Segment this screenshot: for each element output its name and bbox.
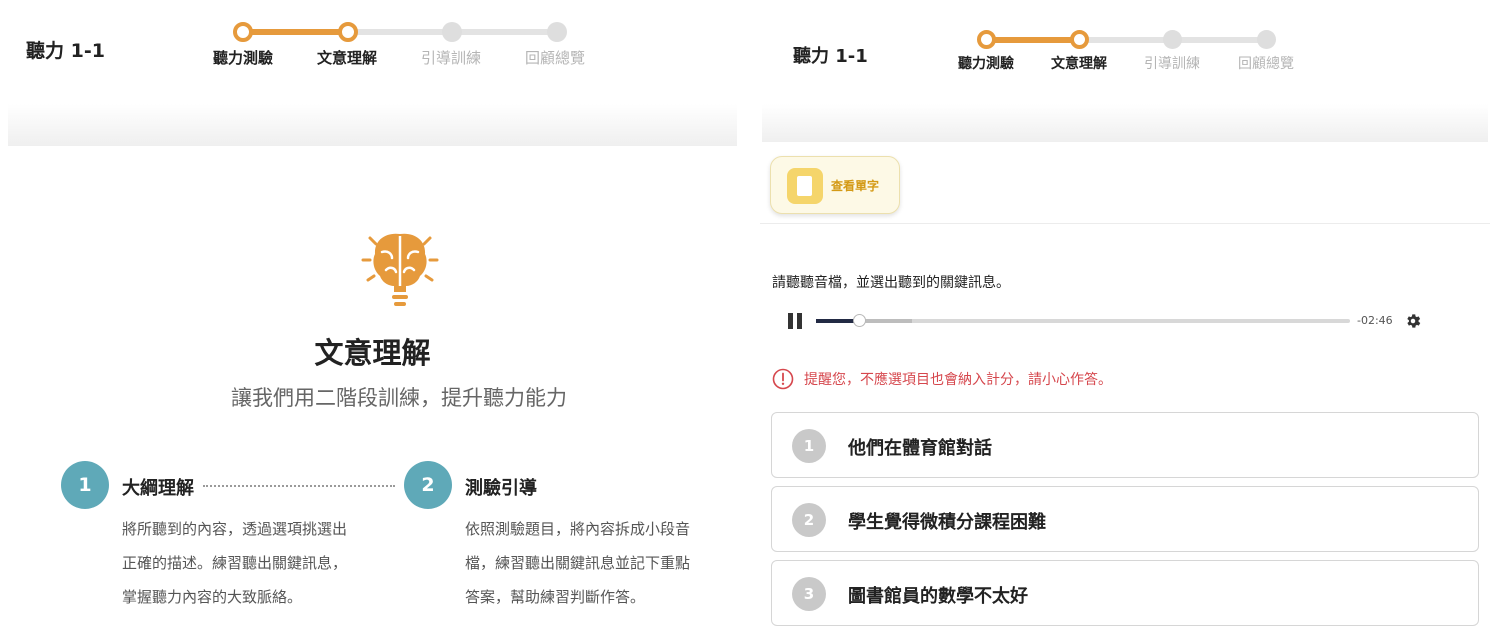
- brain-lightbulb-icon: [361, 233, 439, 306]
- notebook-icon: [787, 168, 823, 204]
- stage-number-badge: 1: [61, 461, 109, 509]
- stepper-track-done: [243, 29, 348, 35]
- intro-subtitle: 讓我們用二階段訓練，提升聽力能力: [231, 386, 567, 410]
- option-text: 圖書館員的數學不太好: [848, 586, 1028, 607]
- gear-icon[interactable]: [1404, 312, 1422, 330]
- step-dot-1: [233, 22, 253, 42]
- step-dot-1: [977, 30, 996, 49]
- option-number: 2: [792, 503, 826, 537]
- intro-panel: 聽力 1-1 聽力測驗 文意理解 引導訓練 回顧總覽 文意理解 讓我們用二階段訓…: [0, 0, 745, 636]
- question-instruction: 請聽聽音檔，並選出聽到的關鍵訊息。: [772, 275, 1010, 291]
- stage-description-line: 正確的描述。練習聽出關鍵訊息，: [122, 554, 348, 572]
- audio-seek-thumb[interactable]: [853, 314, 866, 327]
- step-dot-2: [1070, 30, 1089, 49]
- stepper-track-done: [987, 37, 1080, 43]
- answer-option[interactable]: 3 圖書館員的數學不太好: [771, 560, 1479, 626]
- stage-description-line: 將所聽到的內容，透過選項挑選出: [122, 520, 348, 538]
- step-dot-3: [442, 22, 462, 42]
- step-label-comprehension[interactable]: 文意理解: [1034, 53, 1124, 73]
- option-number: 1: [792, 429, 826, 463]
- step-dot-4: [1257, 30, 1276, 49]
- page-title: 聽力 1-1: [793, 46, 868, 67]
- step-label-listening-test[interactable]: 聽力測驗: [941, 53, 1031, 73]
- alert-circle-icon: [772, 368, 794, 390]
- step-label-listening-test[interactable]: 聽力測驗: [198, 47, 288, 68]
- answer-option[interactable]: 2 學生覺得微積分課程困難: [771, 486, 1479, 552]
- step-dot-2: [338, 22, 358, 42]
- stage-title: 測驗引導: [465, 478, 537, 499]
- view-vocabulary-label: 查看單字: [831, 179, 880, 193]
- header-band: [8, 104, 737, 146]
- page-title: 聽力 1-1: [26, 40, 105, 62]
- audio-time-remaining: -02:46: [1357, 314, 1393, 327]
- stage-number-badge: 2: [404, 461, 452, 509]
- option-text: 他們在體育館對話: [848, 438, 992, 459]
- intro-title: 文意理解: [314, 336, 431, 370]
- step-label-guided-training: 引導訓練: [1144, 56, 1200, 72]
- stage-title: 大綱理解: [122, 478, 194, 499]
- option-number: 3: [792, 577, 826, 611]
- step-label-review: 回顧總覽: [1238, 56, 1294, 72]
- step-label-guided-training: 引導訓練: [420, 49, 481, 67]
- stage-connector: [203, 485, 395, 487]
- header-band: [762, 104, 1488, 142]
- step-dot-4: [547, 22, 567, 42]
- stage-description: 依照測驗題目，將內容拆成小段音 檔，練習聽出關鍵訊息並記下重點 答案，幫助練習判…: [465, 512, 725, 614]
- step-label-review: 回顧總覽: [524, 49, 585, 67]
- scoring-warning: 提醒您，不應選項目也會納入計分，請小心作答。: [804, 372, 1112, 388]
- stage-description: 將所聽到的內容，透過選項挑選出 正確的描述。練習聽出關鍵訊息， 掌握聽力內容的大…: [122, 512, 382, 614]
- view-vocabulary-button[interactable]: 查看單字: [770, 156, 900, 214]
- audio-seek-bar[interactable]: [816, 319, 1350, 323]
- option-text: 學生覺得微積分課程困難: [848, 512, 1046, 533]
- stage-description-line: 掌握聽力內容的大致脈絡。: [122, 588, 303, 606]
- step-dot-3: [1163, 30, 1182, 49]
- pause-button[interactable]: [788, 313, 802, 329]
- stage-description-line: 答案，幫助練習判斷作答。: [465, 588, 646, 606]
- answer-option[interactable]: 1 他們在體育館對話: [771, 412, 1479, 478]
- step-label-comprehension[interactable]: 文意理解: [302, 47, 392, 68]
- stage-description-line: 依照測驗題目，將內容拆成小段音: [465, 520, 691, 538]
- question-panel: 聽力 1-1 聽力測驗 文意理解 引導訓練 回顧總覽 查看單字 請聽聽音檔，並選…: [760, 0, 1500, 636]
- stage-description-line: 檔，練習聽出關鍵訊息並記下重點: [465, 554, 691, 572]
- section-divider: [760, 223, 1490, 224]
